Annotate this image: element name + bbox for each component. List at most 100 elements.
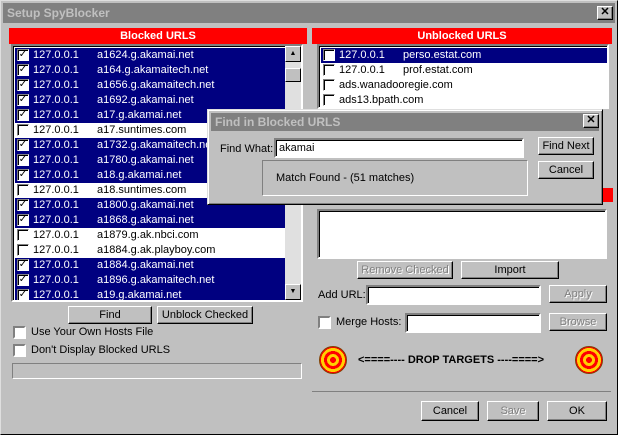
list-item-ip: 127.0.0.1 xyxy=(33,94,79,106)
checkbox-checked-icon[interactable]: ✓ xyxy=(17,109,29,121)
use-hosts-checkbox[interactable] xyxy=(13,326,26,339)
find-next-button[interactable]: Find Next xyxy=(538,137,594,155)
checkbox-icon[interactable] xyxy=(17,184,29,196)
list-item[interactable]: ✓ 127.0.0.1 a19.g.akamai.net xyxy=(15,288,285,301)
checkbox-checked-icon[interactable]: ✓ xyxy=(17,49,29,61)
cancel-button[interactable]: Cancel xyxy=(421,401,479,421)
apply-button[interactable]: Apply xyxy=(549,285,607,303)
find-dialog-close-button[interactable]: ✕ xyxy=(583,114,599,128)
browse-button[interactable]: Browse xyxy=(549,313,607,331)
find-what-input[interactable] xyxy=(274,138,524,158)
merge-hosts-label: Merge Hosts: xyxy=(336,316,402,328)
list-item[interactable]: ✓ 127.0.0.1 a1692.g.akamai.net xyxy=(15,93,285,108)
list-item[interactable]: ✓ 127.0.0.1 a1656.g.akamaitech.net xyxy=(15,78,285,93)
scroll-down-icon[interactable]: ▼ xyxy=(285,284,301,300)
checkbox-checked-icon[interactable]: ✓ xyxy=(17,259,29,271)
list-item[interactable]: 127.0.0.1 prof.estat.com xyxy=(321,63,607,78)
footer-divider xyxy=(312,391,612,392)
list-item[interactable]: 127.0.0.1 perso.estat.com xyxy=(321,48,607,63)
checkbox-icon[interactable] xyxy=(17,124,29,136)
list-item-host: a18.suntimes.com xyxy=(97,184,187,196)
list-item-host: a1656.g.akamaitech.net xyxy=(97,79,215,91)
ok-button[interactable]: OK xyxy=(547,401,607,421)
add-url-input[interactable] xyxy=(366,285,541,305)
list-item-host: a1800.g.akamai.net xyxy=(97,199,194,211)
list-item-ip: 127.0.0.1 xyxy=(33,244,79,256)
list-item-ip: 127.0.0.1 xyxy=(33,154,79,166)
checkbox-checked-icon[interactable]: ✓ xyxy=(17,64,29,76)
merge-hosts-checkbox[interactable] xyxy=(318,316,331,329)
list-item-ip: 127.0.0.1 xyxy=(33,199,79,211)
list-item[interactable]: ✓ 127.0.0.1 a164.g.akamaitech.net xyxy=(15,63,285,78)
drop-target-right-icon[interactable] xyxy=(575,346,603,374)
list-item[interactable]: ✓ 127.0.0.1 a1884.g.akamai.net xyxy=(15,258,285,273)
checkbox-icon[interactable] xyxy=(323,64,335,76)
checkbox-icon[interactable] xyxy=(17,229,29,241)
list-item-ip: 127.0.0.1 xyxy=(33,184,79,196)
unblocked-header: Unblocked URLS xyxy=(312,28,612,44)
checkbox-checked-icon[interactable]: ✓ xyxy=(17,169,29,181)
merge-hosts-input[interactable] xyxy=(405,313,541,333)
unblocked-list[interactable]: 127.0.0.1 perso.estat.com 127.0.0.1 prof.es… xyxy=(317,44,609,109)
checkbox-checked-icon[interactable]: ✓ xyxy=(17,139,29,151)
import-button[interactable]: Import xyxy=(461,261,559,279)
list-item-host: a1884.g.akamai.net xyxy=(97,259,194,271)
list-item[interactable]: ✓ 127.0.0.1 a1624.g.akamai.net xyxy=(15,48,285,63)
checkbox-icon[interactable] xyxy=(323,79,335,91)
checkbox-checked-icon[interactable]: ✓ xyxy=(17,199,29,211)
drop-target-left-icon[interactable] xyxy=(319,346,347,374)
save-button[interactable]: Save xyxy=(487,401,539,421)
window-close-button[interactable]: ✕ xyxy=(597,6,613,20)
find-what-label: Find What: xyxy=(220,143,274,155)
list-item-host: ads.wanadooregie.com xyxy=(339,79,453,91)
list-item-ip: 127.0.0.1 xyxy=(33,274,79,286)
unblock-checked-button[interactable]: Unblock Checked xyxy=(157,306,253,324)
list-item-ip: 127.0.0.1 xyxy=(33,139,79,151)
checkbox-checked-icon[interactable]: ✓ xyxy=(17,79,29,91)
find-status-text: Match Found - (51 matches) xyxy=(276,172,415,184)
checkbox-checked-icon[interactable]: ✓ xyxy=(17,214,29,226)
window-title: Setup SpyBlocker xyxy=(7,6,110,20)
scroll-thumb[interactable] xyxy=(285,68,301,82)
checkbox-checked-icon[interactable]: ✓ xyxy=(17,289,29,300)
find-dialog-titlebar: Find in Blocked URLS xyxy=(211,113,599,131)
list-item-ip: 127.0.0.1 xyxy=(33,229,79,241)
find-button[interactable]: Find xyxy=(68,306,152,324)
list-item[interactable]: ads13.bpath.com xyxy=(321,93,607,107)
checkbox-checked-icon[interactable]: ✓ xyxy=(17,274,29,286)
list-item[interactable]: 127.0.0.1 a1879.g.ak.nbci.com xyxy=(15,228,285,243)
list-item[interactable]: 127.0.0.1 a1884.g.ak.playboy.com xyxy=(15,243,285,258)
use-hosts-label: Use Your Own Hosts File xyxy=(31,326,154,338)
list-item-ip: 127.0.0.1 xyxy=(33,169,79,181)
find-cancel-button[interactable]: Cancel xyxy=(538,161,594,179)
dont-display-label: Don't Display Blocked URLS xyxy=(31,344,171,356)
drop-targets-label: <====---- DROP TARGETS ----====> xyxy=(358,354,545,366)
list-item-host: a19.g.akamai.net xyxy=(97,289,182,301)
list-item[interactable]: ✓ 127.0.0.1 a1896.g.akamaitech.net xyxy=(15,273,285,288)
unblocked-detail-box[interactable] xyxy=(317,209,607,259)
list-item-ip: 127.0.0.1 xyxy=(33,124,79,136)
setup-window: Setup SpyBlocker ✕ Blocked URLS ✓ 127.0.0… xyxy=(0,0,618,435)
checkbox-checked-icon[interactable]: ✓ xyxy=(17,154,29,166)
scroll-up-icon[interactable]: ▲ xyxy=(285,46,301,62)
find-dialog: Find in Blocked URLS ✕ Find What: Match … xyxy=(207,109,603,205)
list-item[interactable]: ads.wanadooregie.com xyxy=(321,78,607,93)
list-item-host: a1692.g.akamai.net xyxy=(97,94,194,106)
list-item-host: prof.estat.com xyxy=(403,64,473,76)
list-item-host: a1879.g.ak.nbci.com xyxy=(97,229,199,241)
list-item-host: a17.suntimes.com xyxy=(97,124,187,136)
blocked-header: Blocked URLS xyxy=(9,28,307,44)
list-item-host: a1868.g.akamai.net xyxy=(97,214,194,226)
find-dialog-title: Find in Blocked URLS xyxy=(215,115,341,129)
close-icon: ✕ xyxy=(600,6,610,18)
remove-checked-button[interactable]: Remove Checked xyxy=(357,261,453,279)
list-item-host: a18.g.akamai.net xyxy=(97,169,182,181)
checkbox-checked-icon[interactable]: ✓ xyxy=(17,94,29,106)
list-item[interactable]: ✓ 127.0.0.1 a1868.g.akamai.net xyxy=(15,213,285,228)
checkbox-icon[interactable] xyxy=(323,94,335,106)
window-titlebar: Setup SpyBlocker xyxy=(3,3,615,23)
list-item-host: a1884.g.ak.playboy.com xyxy=(97,244,216,256)
checkbox-icon[interactable] xyxy=(17,244,29,256)
checkbox-icon[interactable] xyxy=(323,49,335,61)
dont-display-checkbox[interactable] xyxy=(13,344,26,357)
